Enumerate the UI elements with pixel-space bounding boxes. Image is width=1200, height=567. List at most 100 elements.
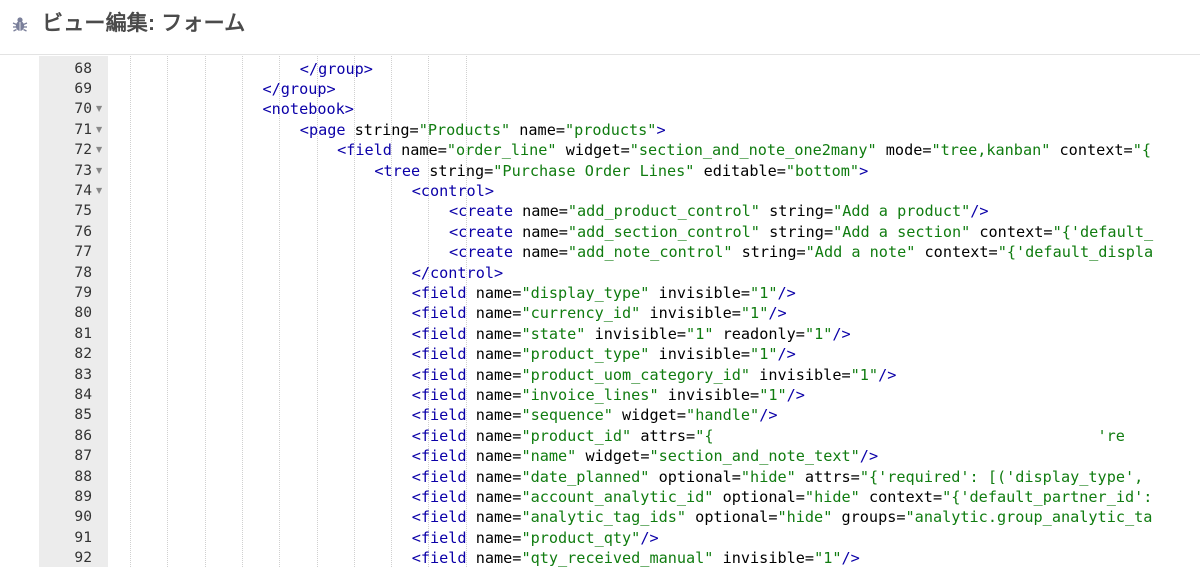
code-token-str: "1"	[740, 304, 769, 323]
code-token-tag: <field	[411, 487, 467, 506]
code-token-str: "account_analytic_id"	[521, 487, 714, 506]
code-token-eq: =	[932, 487, 943, 506]
code-line[interactable]: <control>	[412, 181, 494, 201]
code-token-eq: =	[1123, 141, 1133, 160]
code-token-str: "section_and_note_text"	[649, 447, 860, 466]
code-token-eq: =	[558, 222, 568, 241]
code-line[interactable]: <field name="analytic_tag_ids" optional=…	[412, 507, 1153, 527]
code-token-tag: <field	[411, 467, 467, 486]
code-line[interactable]: <page string="Products" name="products">	[300, 120, 666, 140]
view-editor-header: ビュー編集: フォーム	[0, 0, 1200, 55]
code-area[interactable]: </group> </group> <notebook> <page string="…	[108, 56, 1200, 567]
code-line[interactable]: <field name="invoice_lines" invisible="1…	[412, 385, 805, 405]
indent-guide	[204, 56, 206, 567]
code-token-eq: =	[750, 385, 760, 404]
code-token-tag: <create	[449, 243, 514, 262]
code-token-str: "1"	[804, 324, 833, 343]
code-line[interactable]: </group>	[263, 79, 336, 99]
line-number: 86	[74, 426, 92, 444]
code-token-tag: <field	[411, 406, 467, 425]
code-token-eq: =	[776, 161, 786, 180]
code-line[interactable]: <field name = "product_uom_category_id" in…	[412, 365, 897, 385]
fold-toggle-icon[interactable]: ▼	[96, 120, 102, 140]
line-number: 72	[74, 141, 92, 159]
code-token-str: "add_product_control"	[567, 202, 760, 221]
code-token-str: "1"	[814, 549, 842, 567]
code-token-str: "Products"	[418, 120, 511, 139]
fold-toggle-icon[interactable]: ▼	[96, 181, 102, 201]
code-token-tag: <field	[337, 141, 392, 160]
code-token-attr: name	[466, 385, 513, 404]
code-token-tag: <field	[411, 508, 467, 527]
code-token-str: "invoice_lines"	[521, 385, 659, 404]
code-token-str: "1"	[850, 365, 879, 384]
code-token-attr: name	[466, 528, 513, 547]
code-token-attr: name	[510, 120, 556, 139]
code-token-attr: name	[466, 283, 513, 302]
line-number: 92	[74, 549, 92, 567]
code-token-attr: editable	[694, 161, 777, 180]
code-token-tag: />	[859, 447, 879, 466]
code-line[interactable]: <create name="add_product_control" strin…	[449, 201, 989, 221]
code-token-str: "hide"	[804, 487, 860, 506]
code-token-str: "Add a section"	[833, 222, 971, 241]
code-token-tag: <field	[411, 447, 467, 466]
fold-toggle-icon[interactable]: ▼	[96, 161, 102, 181]
code-line[interactable]: <field name = "account_analytic_id" option…	[412, 487, 1153, 507]
code-token-str: "{'default_partner_id':	[942, 487, 1153, 506]
bug-icon[interactable]	[11, 15, 29, 33]
code-token-eq: =	[796, 243, 806, 262]
line-number: 75	[74, 202, 92, 220]
code-token-attr: optional	[649, 467, 732, 486]
line-number: 82	[74, 345, 92, 363]
code-line[interactable]: <field name="product_type" invisible="1"…	[412, 344, 796, 364]
code-token-attr: name	[466, 549, 513, 567]
code-line[interactable]: <tree string="Purchase Order Lines" edit…	[374, 161, 868, 181]
code-token-eq: =	[731, 304, 741, 323]
code-token-attr: name	[466, 487, 513, 506]
code-line[interactable]: </control>	[412, 263, 503, 283]
fold-toggle-icon[interactable]: ▼	[96, 140, 102, 160]
code-line[interactable]: <create name="add_section_control" strin…	[449, 222, 1153, 242]
code-token-attr: invisible	[713, 549, 805, 567]
code-line[interactable]: <field name="currency_id" invisible="1"/…	[412, 303, 787, 323]
code-token-str: "date_planned"	[521, 467, 650, 486]
code-token-attr: name	[513, 222, 559, 241]
code-line[interactable]: <field name="date_planned" optional="hid…	[412, 467, 1144, 487]
code-line[interactable]: <field name="name" widget="section_and_n…	[412, 446, 878, 466]
code-token-str: "product_id"	[521, 426, 632, 445]
line-number: 91	[74, 528, 92, 546]
fold-toggle-icon[interactable]: ▼	[96, 99, 102, 119]
code-token-attr: optional	[713, 487, 796, 506]
code-token-attr: context	[1050, 141, 1124, 160]
code-line[interactable]: <field name="product_id" attrs="{ 're	[412, 426, 1125, 446]
code-token-attr: string	[759, 202, 824, 221]
code-line[interactable]: <field name="display_type" invisible="1"…	[412, 283, 796, 303]
indent-guide	[167, 56, 169, 567]
code-line[interactable]: <create name="add_note_control" string="…	[449, 242, 1153, 262]
code-line[interactable]: <field name="sequence" widget="handle"/>	[412, 405, 778, 425]
code-line[interactable]: <notebook>	[263, 99, 354, 119]
code-token-tag: >	[859, 161, 869, 180]
code-token-str: "analytic_tag_ids"	[521, 508, 687, 527]
code-editor[interactable]: </group> </group> <notebook> <page string="…	[0, 56, 1200, 567]
line-number: 74	[74, 181, 92, 199]
code-token-tag: />	[768, 304, 787, 323]
code-token-tag: <field	[411, 283, 467, 302]
code-token-tag: <field	[411, 324, 467, 343]
code-token-attr: groups	[832, 508, 897, 527]
code-token-eq: =	[558, 243, 568, 262]
code-line[interactable]: </group>	[300, 59, 373, 79]
code-token-str: "state"	[521, 324, 586, 343]
code-token-str: "bottom"	[785, 161, 860, 180]
code-token-str: "analytic.group_analytic_ta	[905, 508, 1153, 527]
code-line[interactable]: <field name="product_qty"/>	[412, 528, 659, 548]
code-token-eq: =	[740, 345, 751, 364]
code-token-tag: <page	[299, 120, 346, 139]
code-line[interactable]: <field name="state" invisible="1" readon…	[412, 324, 851, 344]
code-line[interactable]: <field name="order_line" widget="section…	[337, 140, 1151, 160]
code-token-attr: attrs	[631, 426, 687, 445]
code-token-tag: />	[640, 528, 659, 547]
code-line[interactable]: <field name = "qty_received_manual" invisi…	[412, 548, 860, 567]
line-number: 88	[74, 467, 92, 485]
